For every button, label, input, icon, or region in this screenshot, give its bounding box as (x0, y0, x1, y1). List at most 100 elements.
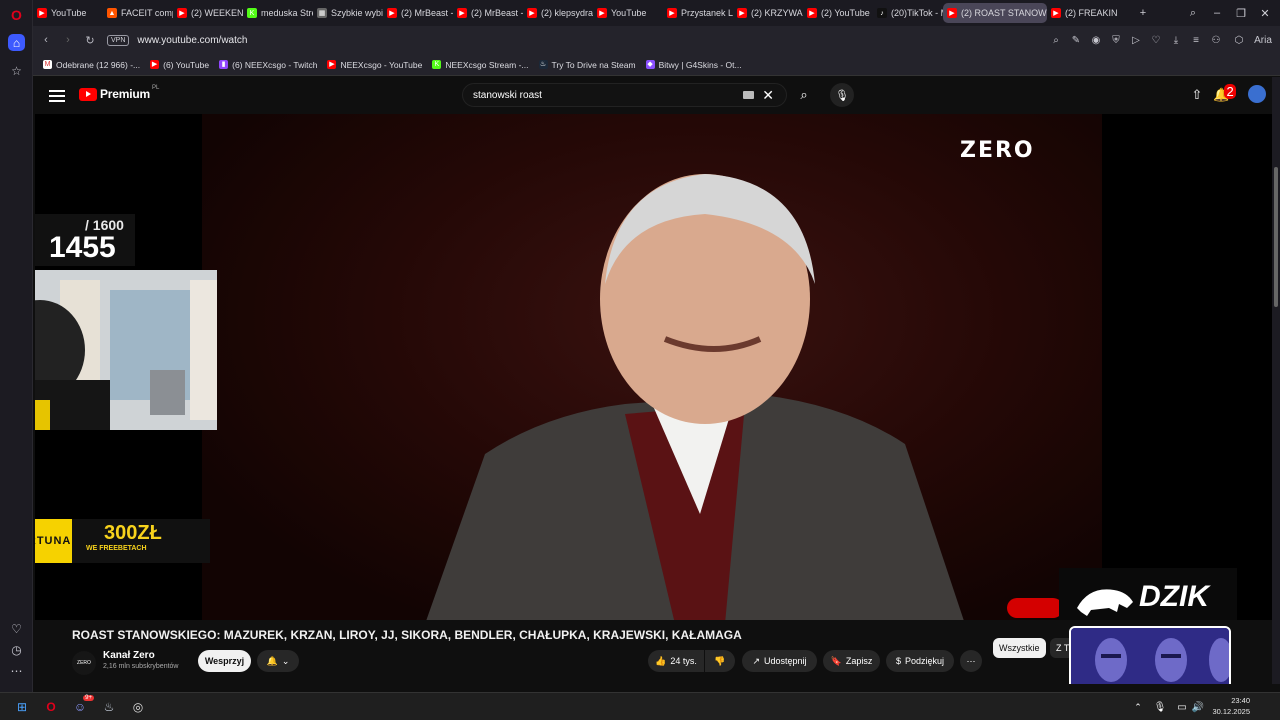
discord-badge: 9+ (83, 695, 94, 701)
url-text[interactable]: www.youtube.com/watch (137, 35, 247, 46)
tab-7[interactable]: ▶ (2) MrBeast - (453, 3, 523, 23)
back-icon[interactable]: ‹ (35, 34, 57, 46)
voice-search-button[interactable]: 🎙 (830, 83, 854, 107)
star-icon[interactable]: ☆ (8, 62, 25, 79)
dislike-button[interactable]: 👎 (705, 650, 735, 672)
tab-11[interactable]: ▶ (2) KRZYWA A (733, 3, 803, 23)
minimize-icon[interactable]: – (1204, 0, 1230, 26)
search-input[interactable]: stanowski roast ✕ (462, 83, 787, 107)
dzik-brand: DZIK (1139, 580, 1209, 613)
share-button[interactable]: ↗ Udostępnij (742, 650, 817, 672)
thumbs-up-icon: 👍 (655, 655, 667, 666)
bookmark-item[interactable]: ▶ (6) YouTube (150, 60, 209, 70)
channel-avatar[interactable]: ZERO (72, 651, 96, 675)
play-icon[interactable]: ▷ (1126, 35, 1146, 46)
more-actions-button[interactable]: ⋯ (960, 650, 982, 672)
tab-15[interactable]: ▶ (2) FREAKING (1047, 3, 1117, 23)
share-icon: ↗ (752, 655, 760, 666)
hamburger-menu-icon[interactable] (49, 87, 65, 103)
volume-icon[interactable]: 🔊 (1188, 697, 1208, 717)
page-scrollbar[interactable] (1272, 77, 1280, 684)
bookmark-item[interactable]: K NEEXcsgo Stream -... (432, 60, 529, 70)
opera-menu-icon[interactable]: O (8, 6, 25, 23)
tab-label: (2) FREAKING (1065, 8, 1117, 18)
counter-current: 1455 (49, 231, 116, 264)
grid-favicon-icon: ▦ (317, 8, 327, 18)
vpn-badge[interactable]: VPN (107, 34, 130, 46)
search-button[interactable]: ⌕ (787, 83, 821, 107)
tab-13[interactable]: ♪ (20)TikTok - M (873, 3, 943, 23)
bookmark-item[interactable]: ▮ (6) NEEXcsgo - Twitch (219, 60, 317, 70)
channel-name[interactable]: Kanał Zero (103, 650, 155, 661)
tab-8[interactable]: ▶ (2) klepsydra (523, 3, 593, 23)
tab-5[interactable]: ▦ Szybkie wybie (313, 3, 383, 23)
thanks-button[interactable]: $ Podziękuj (886, 650, 954, 672)
keyboard-icon[interactable] (743, 91, 754, 99)
opera-taskbar-icon[interactable]: O (41, 697, 61, 717)
maximize-icon[interactable]: ❐ (1228, 0, 1254, 26)
yt-favicon-icon: ▶ (457, 8, 467, 18)
download-icon[interactable]: ⤓ (1166, 35, 1186, 46)
account-avatar[interactable] (1242, 84, 1272, 106)
yt-favicon-icon: ▶ (37, 8, 47, 18)
bookmark-item[interactable]: ▶ NEEXcsgo - YouTube (327, 60, 422, 70)
scrollbar-thumb[interactable] (1274, 167, 1278, 307)
fortuna-subtitle: WE FREEBETACH (86, 545, 147, 552)
search-query[interactable]: stanowski roast (473, 90, 542, 101)
profile-icon[interactable]: ⚇ (1206, 35, 1226, 46)
search-tabs-icon[interactable]: ⌕ (1180, 0, 1206, 26)
upload-icon[interactable]: ⇧ (1182, 87, 1212, 103)
tab-6[interactable]: ▶ (2) MrBeast - (383, 3, 453, 23)
camera-icon[interactable]: ◉ (1086, 35, 1106, 46)
tab-label: Przystanek Lo (681, 8, 733, 18)
clear-search-icon[interactable]: ✕ (762, 87, 774, 104)
history-icon[interactable]: ◷ (8, 641, 25, 658)
menu-icon[interactable]: ≡ (1186, 35, 1206, 46)
heart-icon[interactable]: ♡ (8, 620, 25, 637)
tab-1[interactable]: ▶ YouTube (33, 3, 103, 23)
new-tab-button[interactable]: + (1130, 0, 1156, 26)
g4-favicon-icon: ◆ (645, 60, 655, 69)
youtube-logo[interactable]: Premium PL (79, 85, 159, 101)
tab-4[interactable]: Kmeduska Stre (243, 3, 313, 23)
tab-10[interactable]: ▶ Przystanek Lo (663, 3, 733, 23)
tray-chevron-icon[interactable]: ⌃ (1128, 697, 1148, 717)
header-actions: ⇧ 🔔2 (1182, 83, 1272, 107)
tab-14[interactable]: ▶ (2) ROAST STANOW (943, 3, 1047, 23)
discord-taskbar-icon[interactable]: ☺ 9+ (70, 695, 94, 717)
premium-label: Premium (100, 87, 150, 101)
chip-all[interactable]: Wszystkie (993, 638, 1046, 658)
fortuna-offer: 300ZŁ WE FREEBETACH (72, 519, 210, 563)
notification-bell-button[interactable]: 🔔 ⌄ (257, 650, 299, 672)
steam-taskbar-icon[interactable]: ♨ (99, 697, 119, 717)
shield-icon[interactable]: ⛨ (1106, 35, 1126, 46)
reload-icon[interactable]: ↻ (79, 34, 101, 47)
save-button[interactable]: 🔖 Zapisz (823, 650, 880, 672)
yt-favicon-icon: ▶ (150, 60, 160, 69)
cube-icon[interactable]: ⬡ (1226, 35, 1252, 46)
edit-icon[interactable]: ✎ (1066, 35, 1086, 46)
home-icon[interactable]: ⌂ (8, 34, 25, 51)
zoom-icon[interactable]: ⌕ (1046, 35, 1066, 46)
bookmark-item[interactable]: M Odebrane (12 966) -... (43, 60, 140, 70)
tab-12[interactable]: ▶ (2) YouTube (803, 3, 873, 23)
windows-start-icon[interactable]: ⊞ (12, 697, 32, 717)
tab-3[interactable]: ▶ (2) WEEKEND (173, 3, 243, 23)
forward-icon[interactable]: › (57, 34, 79, 46)
video-player[interactable]: ZERO / 1600 1455 FORTUN (35, 114, 1272, 620)
like-button[interactable]: 👍 24 tys. (648, 650, 704, 672)
heart-icon[interactable]: ♡ (1146, 35, 1166, 46)
system-clock[interactable]: 23:40 30.12.2025 (1212, 695, 1250, 717)
bookmark-item[interactable]: ♨ Try To Drive na Steam (538, 60, 636, 70)
notifications-icon[interactable]: 🔔2 (1212, 84, 1242, 103)
more-icon[interactable]: ⋯ (8, 662, 25, 679)
microphone-tray-icon[interactable]: 🎙 (1150, 697, 1170, 717)
obs-taskbar-icon[interactable]: ◎ (128, 697, 148, 717)
aria-button[interactable]: Aria (1252, 35, 1274, 46)
video-title: ROAST STANOWSKIEGO: MAZUREK, KRZAN, LIRO… (72, 628, 742, 642)
tab-9[interactable]: ▶ YouTube (593, 3, 663, 23)
support-button[interactable]: Wesprzyj (198, 650, 251, 672)
tab-2[interactable]: ▲ FACEIT comp (103, 3, 173, 23)
bookmark-item[interactable]: ◆ Bitwy | G4Skins - Ot... (645, 60, 742, 70)
close-icon[interactable]: ✕ (1252, 0, 1278, 26)
